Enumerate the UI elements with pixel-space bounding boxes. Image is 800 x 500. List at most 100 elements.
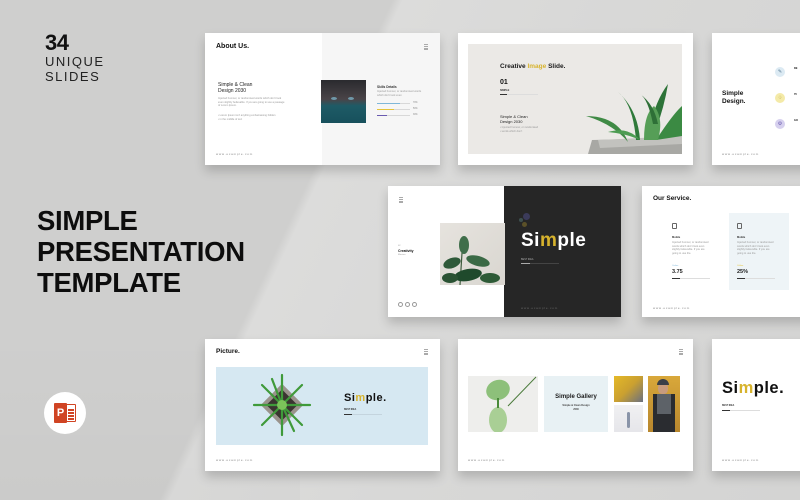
skill-bar — [377, 103, 410, 104]
service-stat-value: 3.75 — [672, 269, 683, 275]
slide-url: www.example.com — [216, 152, 254, 156]
slide-gallery[interactable]: Simple Gallery Simple & Clean Design 2030… — [458, 339, 693, 471]
slide-url: www.example.com — [653, 306, 691, 310]
service-card-body: Injected humour, or randomised words whi… — [737, 241, 774, 255]
about-photo-woman — [321, 80, 366, 123]
service-card-label: Mobile — [737, 236, 746, 239]
gallery-photo-man — [648, 376, 680, 432]
slide-simple-design[interactable]: Simple Design. ✎ ♢ ⚙ DE 70 GO www.example… — [712, 33, 800, 165]
design-item-label: GO — [794, 119, 798, 122]
slide-closing[interactable]: Simple. BEST IDEA www.example.com — [712, 339, 800, 471]
service-stat-label: Online — [672, 265, 679, 267]
cover-divider — [521, 263, 559, 264]
instagram-icon[interactable] — [412, 302, 417, 307]
slide-count-block: 34 UNIQUE SLIDES — [45, 30, 105, 85]
cover-left-sub: Mission — [398, 254, 406, 256]
design-title: Simple Design. — [722, 90, 746, 105]
picture-simple-word: Simple. — [344, 392, 387, 404]
gallery-leaf-photo — [468, 376, 538, 433]
gear-icon: ⚙ — [775, 119, 785, 129]
slide-count-label-2: SLIDES — [45, 69, 101, 84]
skill-bar-label: 30% — [413, 114, 418, 116]
slide-url: www.example.com — [521, 306, 559, 310]
creative-number-label: SIMPLE — [500, 89, 510, 92]
slide-creative-image[interactable]: Creative Image Slide. 01 SIMPLE Simple &… — [458, 33, 693, 165]
service-stat-bar — [672, 278, 710, 279]
slide-url: www.example.com — [468, 458, 506, 462]
headline-line-2: PRESENTATION — [37, 236, 245, 267]
skills-body: Injected humour, or randomised words whi… — [377, 90, 422, 97]
cover-left-title: Creativity — [398, 249, 414, 253]
picture-tagline: BEST IDEA — [344, 409, 357, 411]
service-stat-label: Yellow — [737, 265, 744, 267]
slide-count: 34 — [45, 30, 69, 55]
gallery-photo-couple — [614, 376, 643, 402]
monitor-icon — [737, 223, 742, 229]
closing-tagline: BEST IDEA — [722, 405, 735, 407]
powerpoint-letter: P — [54, 403, 67, 423]
menu-dots-icon — [679, 349, 683, 355]
diamond-icon: ♢ — [775, 93, 785, 103]
creative-heading: Simple & Clean Design 2030 — [500, 114, 528, 124]
slide-title: Our Service. — [653, 195, 692, 202]
creative-bullets: • Injected humour, or randomised • words … — [500, 126, 539, 133]
skill-bar-fill — [377, 103, 401, 104]
closing-divider — [722, 410, 760, 411]
slide-url: www.example.com — [722, 152, 760, 156]
cover-tagline: BEST IDEA — [521, 258, 534, 261]
aloe-plant-image — [252, 373, 312, 437]
slide-about-us[interactable]: About Us. Simple & Clean Design 2030 Inje… — [205, 33, 440, 165]
skills-title: Skills Details — [377, 85, 397, 89]
headline-line-1: SIMPLE — [37, 205, 138, 236]
headline: SIMPLE PRESENTATION TEMPLATE — [37, 205, 245, 298]
skill-bar — [377, 109, 410, 110]
pen-icon: ✎ — [775, 67, 785, 77]
slide-url: www.example.com — [216, 458, 254, 462]
slide-url: www.example.com — [722, 458, 760, 462]
leaf-image — [486, 376, 537, 433]
service-stat-value: 25% — [737, 269, 749, 275]
skill-bar-fill — [377, 115, 387, 116]
headline-line-3: TEMPLATE — [37, 267, 181, 298]
creative-divider — [500, 94, 538, 95]
service-card-body: Injected humour, or randomised words whi… — [672, 241, 709, 255]
social-links — [398, 302, 417, 307]
about-bullets: • Lorem Ipsum isn't anything embarrassin… — [218, 114, 276, 121]
facebook-icon[interactable] — [398, 302, 403, 307]
design-item-label: DE — [794, 67, 798, 70]
menu-dots-icon — [424, 44, 428, 50]
cover-simple-word: Simple — [521, 230, 587, 251]
creative-image-panel: Creative Image Slide. 01 SIMPLE Simple &… — [468, 44, 682, 154]
skill-bar-label: 50% — [413, 108, 418, 110]
slide-picture[interactable]: Picture. Simple. BEST IDEA www.example.c… — [205, 339, 440, 471]
mobile-icon — [672, 223, 677, 229]
slide-our-service[interactable]: Our Service. www.example.com Mobile Injec… — [642, 186, 800, 317]
closing-simple-word: Simple. — [722, 379, 785, 397]
slide-count-label: UNIQUE — [45, 54, 105, 69]
gallery-subtitle: Simple & Clean Design 2030 — [562, 404, 590, 411]
cover-small-label: 02 — [398, 245, 401, 247]
slide-dark-cover[interactable]: 02 Creativity Mission Simple BEST IDEA w… — [388, 186, 621, 317]
menu-dots-icon — [399, 197, 403, 203]
design-item-label: 70 — [794, 93, 797, 96]
plant-photo — [440, 223, 505, 286]
picture-panel: Simple. BEST IDEA — [216, 367, 428, 445]
powerpoint-icon: P — [54, 403, 76, 423]
skill-bar — [377, 115, 410, 116]
powerpoint-badge: P — [44, 392, 86, 434]
creative-title: Creative Image Slide. — [500, 63, 566, 70]
menu-dots-icon — [424, 349, 428, 355]
about-body: Injected humour, or randomised words whi… — [218, 97, 285, 107]
slide-title: Picture. — [216, 348, 240, 355]
picture-divider — [344, 414, 382, 415]
creative-number: 01 — [500, 79, 508, 86]
about-heading: Simple & Clean Design 2030 — [218, 82, 253, 94]
skill-bar-fill — [377, 109, 394, 110]
gallery-text-card: Simple Gallery Simple & Clean Design 2030 — [544, 376, 608, 432]
service-stat-bar — [737, 278, 775, 279]
rubber-plant-image — [442, 236, 500, 286]
twitter-icon[interactable] — [405, 302, 410, 307]
gallery-title: Simple Gallery — [555, 394, 597, 400]
gallery-photo-figure — [614, 405, 643, 432]
succulent-image — [586, 84, 682, 154]
